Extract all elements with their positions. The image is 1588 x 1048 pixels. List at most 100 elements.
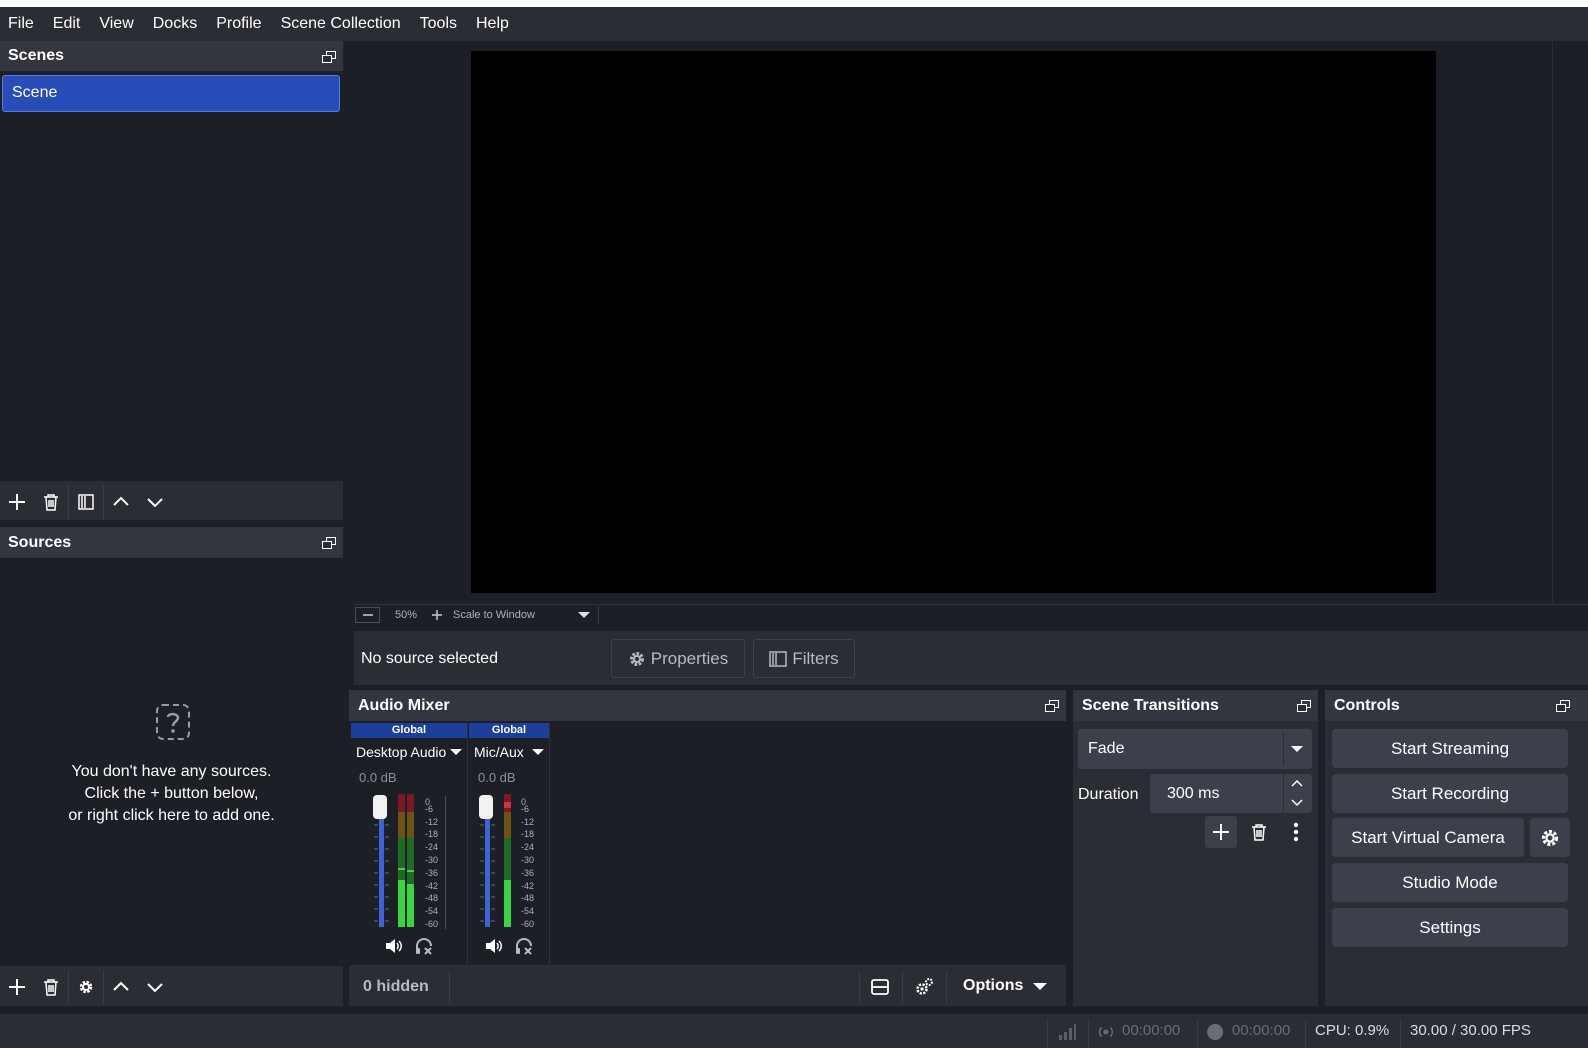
meter-tick: -18 [521, 829, 535, 840]
volume-fader[interactable] [373, 795, 390, 930]
toolbar-separator [859, 971, 860, 1003]
trash-icon [1252, 824, 1266, 841]
toolbar-separator [946, 971, 947, 1003]
mute-button[interactable] [385, 938, 403, 954]
meter-tick: -42 [425, 880, 439, 891]
float-dock-icon[interactable] [1556, 700, 1570, 712]
mute-button[interactable] [485, 938, 503, 954]
properties-button[interactable]: Properties [611, 639, 745, 678]
controls-title: Controls [1334, 697, 1400, 714]
add-scene-button[interactable] [0, 485, 34, 519]
speaker-icon [486, 939, 502, 953]
move-scene-up-button[interactable] [104, 485, 138, 519]
trash-icon [44, 494, 58, 511]
options-label: Options [963, 977, 1024, 994]
channel-name-dropdown[interactable]: Mic/Aux [474, 744, 544, 760]
settings-button[interactable]: Settings [1332, 908, 1568, 947]
float-dock-icon[interactable] [1045, 700, 1059, 712]
menu-help[interactable]: Help [476, 15, 509, 33]
scale-mode-dropdown-icon[interactable] [578, 611, 592, 619]
move-scene-down-button[interactable] [138, 485, 172, 519]
meter-tick: -24 [425, 842, 439, 853]
preview-vertical-scrollbar[interactable] [1552, 41, 1588, 603]
virtual-camera-settings-button[interactable] [1530, 818, 1570, 857]
zoom-level: 50% [395, 608, 418, 621]
controls-dock: Controls Start Streaming Start Recording… [1325, 690, 1588, 1006]
transition-select[interactable]: Fade [1078, 729, 1312, 769]
chevron-down-icon [1033, 982, 1048, 990]
transitions-title: Scene Transitions [1082, 697, 1219, 714]
fader-handle[interactable] [373, 795, 387, 819]
float-dock-icon[interactable] [322, 51, 336, 63]
plus-icon [432, 609, 442, 620]
record-time: 00:00:00 [1232, 1022, 1291, 1039]
audio-mixer-header [349, 690, 1066, 721]
float-dock-icon[interactable] [1297, 700, 1311, 712]
scale-mode-select[interactable]: Scale to Window [453, 609, 578, 621]
monitor-off-button[interactable] [415, 938, 433, 955]
start-recording-button[interactable]: Start Recording [1332, 774, 1568, 813]
meter-tick: -6 [425, 803, 434, 814]
menu-scene-collection[interactable]: Scene Collection [281, 15, 401, 33]
scene-filters-button[interactable] [69, 485, 103, 519]
add-source-button[interactable] [0, 970, 34, 1004]
studio-mode-button[interactable]: Studio Mode [1332, 863, 1568, 902]
meter-tick: -48 [521, 893, 535, 904]
sources-list[interactable]: You don't have any sources. Click the + … [0, 558, 343, 966]
mixer-options-button[interactable]: Options [963, 977, 1048, 995]
sources-toolbar [0, 970, 172, 1004]
scenes-list: Scene [0, 71, 343, 481]
channel-global-badge: Global [469, 723, 549, 738]
menu-view[interactable]: View [99, 15, 133, 33]
menu-file[interactable]: File [8, 15, 34, 33]
monitor-off-button[interactable] [515, 938, 533, 955]
scene-item[interactable]: Scene [2, 75, 340, 112]
move-source-down-button[interactable] [138, 970, 172, 1004]
menu-profile[interactable]: Profile [216, 15, 261, 33]
volume-meter [398, 794, 416, 927]
status-separator [1400, 1020, 1401, 1048]
meter-tick: -30 [425, 854, 439, 865]
remove-transition-button[interactable] [1243, 816, 1275, 848]
menu-docks[interactable]: Docks [153, 15, 197, 33]
empty-sources-hint-line: You don't have any sources. [71, 763, 272, 780]
sources-dock: Sources You don't have any sources. Clic… [0, 527, 343, 1006]
float-dock-icon[interactable] [322, 537, 336, 549]
menu-tools[interactable]: Tools [420, 15, 457, 33]
duration-spinbox[interactable]: 300 ms [1150, 774, 1312, 813]
headphones-off-icon [416, 938, 432, 955]
preview-area[interactable] [354, 41, 1552, 603]
menu-edit[interactable]: Edit [53, 15, 81, 33]
remove-source-button[interactable] [34, 970, 68, 1004]
add-transition-button[interactable] [1205, 816, 1237, 848]
advanced-audio-button[interactable] [907, 970, 941, 1004]
meter-tick: -24 [521, 842, 535, 853]
zoom-out-button[interactable] [355, 606, 380, 623]
chevron-up-icon [113, 496, 129, 506]
layout-icon [871, 979, 889, 995]
scene-transitions-dock: Scene Transitions Fade Duration 300 ms [1073, 690, 1318, 1006]
hidden-channels-label: 0 hidden [363, 978, 429, 995]
channel-name-dropdown[interactable]: Desktop Audio [356, 744, 463, 760]
preview-canvas[interactable] [471, 51, 1436, 593]
mixer-layout-button[interactable] [863, 970, 897, 1004]
status-separator [1047, 1020, 1048, 1048]
more-vertical-icon [1293, 822, 1299, 842]
volume-fader[interactable] [479, 795, 496, 930]
zoom-in-button[interactable] [429, 609, 445, 620]
start-virtual-camera-button[interactable]: Start Virtual Camera [1332, 818, 1524, 857]
remove-scene-button[interactable] [34, 485, 68, 519]
menu-bar: File Edit View Docks Profile Scene Colle… [0, 7, 1588, 41]
fader-handle[interactable] [479, 795, 493, 819]
transition-properties-button[interactable] [1281, 816, 1311, 848]
move-source-up-button[interactable] [104, 970, 138, 1004]
empty-sources-hint: You don't have any sources. Click the + … [0, 761, 343, 827]
chevron-down-icon [450, 749, 463, 755]
source-properties-button[interactable] [69, 970, 103, 1004]
filters-button[interactable]: Filters [753, 639, 855, 678]
record-status-icon [1207, 1024, 1223, 1040]
start-streaming-button[interactable]: Start Streaming [1332, 729, 1568, 768]
trash-icon [44, 979, 58, 996]
audio-mixer-dock: Audio Mixer Global Desktop Audio 0.0 dB [349, 690, 1066, 1006]
meter-tick: -12 [521, 816, 535, 827]
